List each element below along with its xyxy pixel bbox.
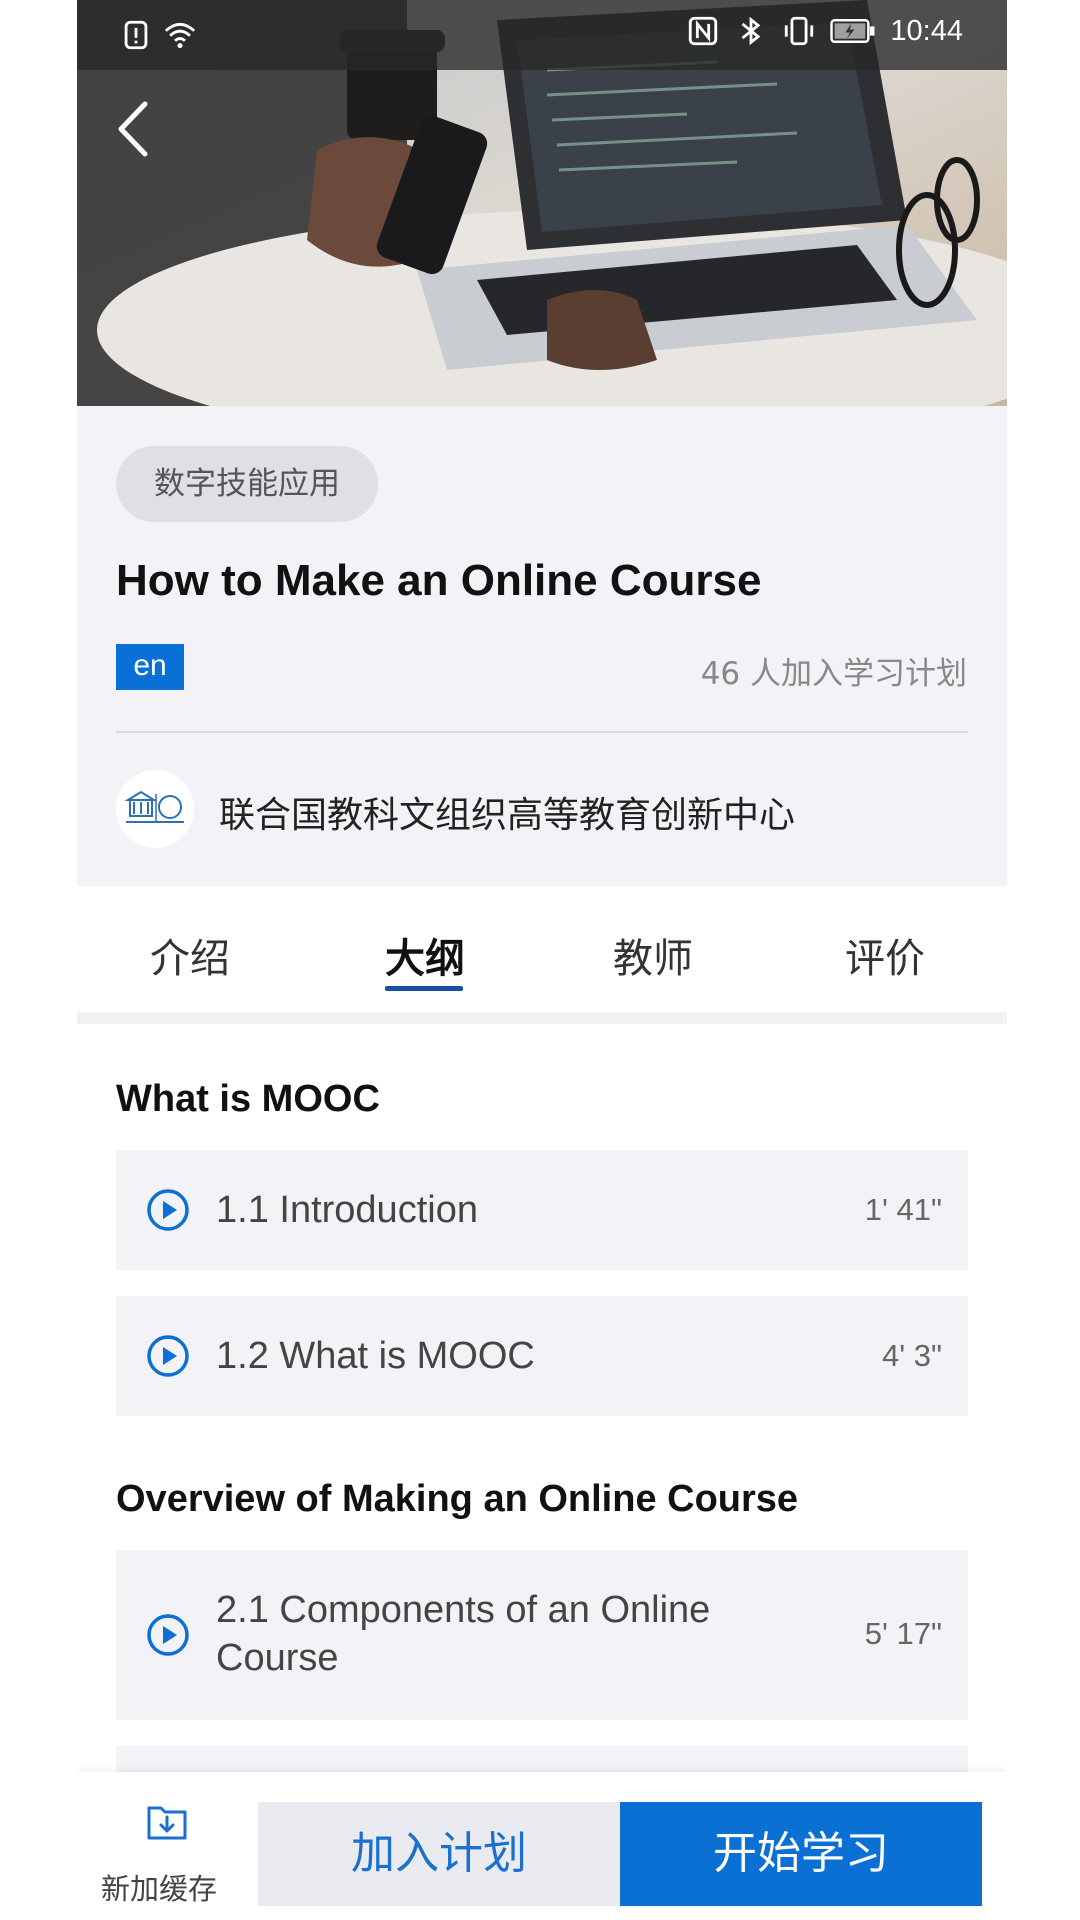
- sim-alert-icon: [124, 20, 148, 50]
- lesson-item[interactable]: 1.2 What is MOOC 4' 3": [116, 1296, 968, 1416]
- lesson-duration: 5' 17": [864, 1616, 942, 1651]
- active-tab-indicator: [385, 986, 463, 991]
- section-title: Overview of Making an Online Course: [116, 1478, 799, 1520]
- language-badge: en: [116, 644, 184, 690]
- battery-charging-icon: [830, 19, 875, 43]
- vibrate-icon: [785, 16, 814, 46]
- play-circle-icon: [147, 1614, 189, 1656]
- clock: 10:44: [890, 14, 963, 47]
- chevron-left-icon: [118, 101, 148, 157]
- download-cache-label: 新加缓存: [101, 1872, 218, 1906]
- tab-outline[interactable]: 大纲: [385, 926, 465, 984]
- enrollment-count: 46 人加入学习计划: [700, 656, 967, 692]
- bluetooth-icon: [742, 16, 761, 46]
- tab-reviews[interactable]: 评价: [845, 926, 925, 984]
- tab-instructors[interactable]: 教师: [613, 926, 693, 984]
- tab-bar: 介绍 大纲 教师 评价: [77, 886, 1007, 1012]
- lesson-duration: 4' 3": [881, 1338, 942, 1373]
- nfc-icon: [689, 16, 718, 46]
- play-circle-icon: [147, 1189, 189, 1231]
- status-bar: 10:44: [77, 0, 1007, 70]
- organization-logo[interactable]: [116, 770, 194, 848]
- back-button[interactable]: [107, 92, 167, 162]
- lesson-title: 1.1 Introduction: [216, 1189, 478, 1231]
- section-title: What is MOOC: [116, 1078, 380, 1120]
- lesson-item[interactable]: 2.1 Components of an Online Course 5' 17…: [116, 1550, 968, 1720]
- lesson-title: 1.2 What is MOOC: [216, 1335, 535, 1377]
- lesson-item[interactable]: 1.1 Introduction 1' 41": [116, 1150, 968, 1270]
- join-plan-button[interactable]: 加入计划: [258, 1802, 620, 1906]
- lesson-duration: 1' 41": [864, 1192, 942, 1227]
- tab-bar-separator: [77, 1012, 1007, 1024]
- download-cache-button[interactable]: 新加缓存: [77, 1772, 257, 1920]
- divider: [116, 731, 968, 733]
- course-info: 数字技能应用 How to Make an Online Course en 4…: [77, 406, 1007, 886]
- course-title: How to Make an Online Course: [116, 556, 762, 605]
- play-circle-icon: [147, 1335, 189, 1377]
- bottom-action-bar: 新加缓存 加入计划 开始学习: [77, 1772, 1007, 1920]
- course-detail-page: 10:44 数字技能应用 How to Make an Online Cours…: [77, 0, 1007, 1920]
- wifi-icon: [164, 22, 196, 49]
- download-icon: [147, 1806, 187, 1840]
- lesson-title: 2.1 Components of an Online Course: [216, 1589, 711, 1679]
- organization-name[interactable]: 联合国教科文组织高等教育创新中心: [219, 786, 795, 838]
- start-learning-button[interactable]: 开始学习: [620, 1802, 982, 1906]
- tab-introduction[interactable]: 介绍: [150, 926, 230, 984]
- category-tag[interactable]: 数字技能应用: [116, 446, 378, 522]
